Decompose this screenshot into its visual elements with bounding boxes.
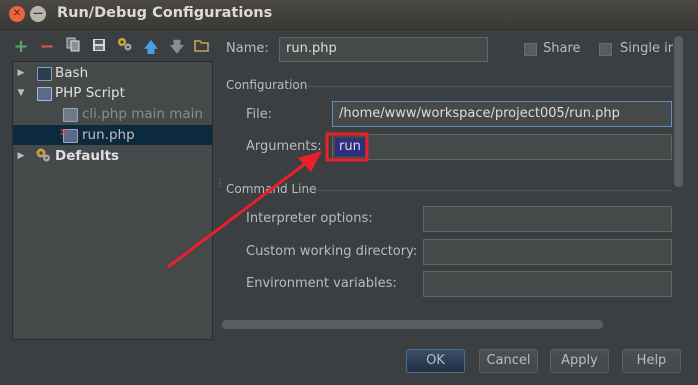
php-file-icon xyxy=(63,108,78,122)
tree-node-run-php[interactable]: ✕ run.php xyxy=(13,125,212,145)
title-bar: ✕ — Run/Debug Configurations xyxy=(0,0,698,30)
tree-node-label: Bash xyxy=(55,65,89,81)
configuration-tree: ▶ Bash ▼ PHP Script cli.php main main ✕ … xyxy=(12,61,213,340)
collapse-arrow-icon[interactable]: ▼ xyxy=(16,83,26,103)
cancel-button[interactable]: Cancel xyxy=(479,349,538,373)
environment-variables-label: Environment variables: xyxy=(246,276,397,291)
configuration-section-title: Configuration xyxy=(226,78,308,92)
expand-arrow-icon[interactable]: ▶ xyxy=(16,146,26,166)
interpreter-options-field[interactable] xyxy=(423,206,672,232)
close-window-icon[interactable]: ✕ xyxy=(9,6,25,22)
defaults-gear-icon xyxy=(35,146,51,170)
save-icon[interactable] xyxy=(90,36,108,58)
php-script-icon xyxy=(37,87,52,101)
remove-icon[interactable]: − xyxy=(38,36,56,58)
environment-variables-field[interactable] xyxy=(423,271,672,297)
minimize-window-icon[interactable]: — xyxy=(30,6,46,22)
tree-node-bash[interactable]: ▶ Bash xyxy=(13,63,212,83)
bash-icon xyxy=(37,67,52,81)
command-line-section-title: Command Line xyxy=(226,182,317,196)
file-field[interactable]: /home/www/workspace/project005/run.php xyxy=(332,101,672,127)
section-divider xyxy=(314,190,672,191)
section-divider xyxy=(308,86,672,87)
add-icon[interactable]: + xyxy=(12,36,30,58)
move-up-icon[interactable]: 🡅 xyxy=(142,36,160,58)
apply-button[interactable]: Apply xyxy=(550,349,609,373)
error-mark-icon: ✕ xyxy=(59,126,69,139)
vertical-scrollbar[interactable] xyxy=(674,36,683,187)
edit-defaults-icon[interactable] xyxy=(116,36,134,58)
working-directory-field[interactable] xyxy=(423,239,672,265)
splitter-handle[interactable]: ⋮ xyxy=(215,178,225,190)
share-label: Share xyxy=(543,41,581,56)
share-checkbox[interactable] xyxy=(524,43,537,56)
help-button[interactable]: Help xyxy=(622,349,681,373)
single-instance-checkbox[interactable] xyxy=(599,43,612,56)
tree-node-cli-main[interactable]: cli.php main main xyxy=(13,104,212,124)
tree-node-label: Defaults xyxy=(55,148,120,164)
arguments-label: Arguments: xyxy=(246,139,322,154)
tree-node-label: run.php xyxy=(82,127,135,143)
tree-node-label: cli.php main main xyxy=(82,106,203,122)
folder-icon[interactable] xyxy=(192,36,210,58)
copy-icon[interactable] xyxy=(64,36,82,58)
tree-node-defaults[interactable]: ▶ Defaults xyxy=(13,146,212,166)
tree-node-label: PHP Script xyxy=(55,85,125,101)
expand-arrow-icon[interactable]: ▶ xyxy=(16,63,26,83)
arguments-field[interactable]: run xyxy=(332,134,672,160)
move-down-icon[interactable]: 🡇 xyxy=(168,36,186,58)
ok-button[interactable]: OK xyxy=(406,349,465,373)
annotation-arrow-head xyxy=(298,151,322,172)
name-label: Name: xyxy=(226,41,269,56)
single-instance-label: Single ir xyxy=(620,41,674,56)
interpreter-options-label: Interpreter options: xyxy=(246,211,373,226)
file-label: File: xyxy=(246,107,273,122)
horizontal-scrollbar[interactable] xyxy=(222,320,603,329)
working-directory-label: Custom working directory: xyxy=(246,244,418,259)
arguments-value: run xyxy=(335,138,365,156)
tree-node-php-script[interactable]: ▼ PHP Script xyxy=(13,83,212,103)
window-title: Run/Debug Configurations xyxy=(57,5,273,21)
name-field[interactable]: run.php xyxy=(279,37,488,62)
